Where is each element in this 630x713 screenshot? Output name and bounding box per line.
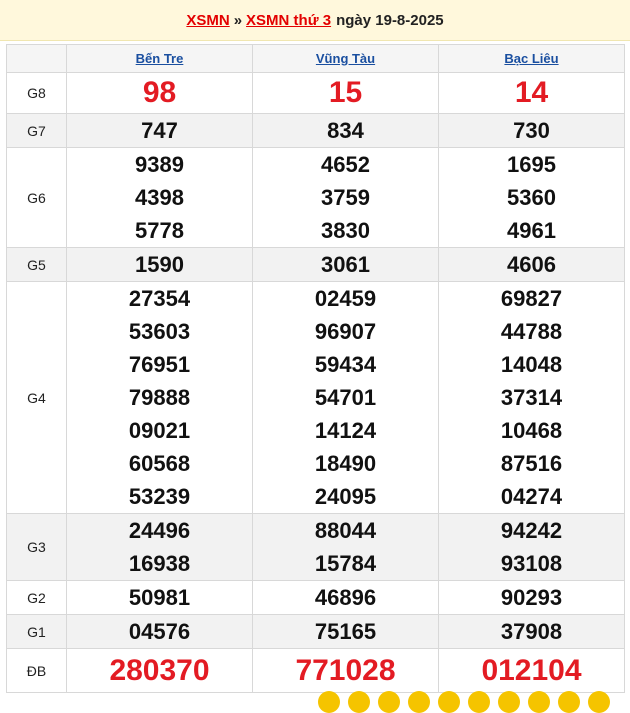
prize-number: 37314 — [500, 385, 563, 410]
prize-row-special: ĐB 280370 771028 012104 — [6, 648, 625, 693]
coin-icon — [408, 691, 430, 713]
prize-label: G1 — [6, 614, 67, 649]
prize-number: 94242 — [500, 518, 563, 543]
prize-number: 50981 — [128, 585, 191, 610]
prize-number: 44788 — [500, 319, 563, 344]
prize-row-g1: G1 04576 75165 37908 — [6, 614, 625, 649]
jackpot-number: 280370 — [109, 653, 210, 687]
results-table: Bến Tre Vũng Tàu Bạc Liêu G8 98 15 14 G7… — [6, 44, 625, 693]
prize-number: 4606 — [507, 252, 556, 277]
prize-number: 37908 — [500, 619, 563, 644]
coin-icon — [558, 691, 580, 713]
prize-number: 747 — [141, 118, 178, 143]
coin-icon — [348, 691, 370, 713]
prize-number: 04274 — [500, 484, 563, 509]
prize-number: 09021 — [128, 418, 191, 443]
province-header[interactable]: Bạc Liêu — [438, 44, 625, 73]
prize-number: 1695 — [507, 152, 556, 177]
draw-date: ngày 19-8-2025 — [336, 11, 444, 29]
prize-number: 27354 — [128, 286, 191, 311]
prize-number: 59434 — [314, 352, 377, 377]
province-link-ben-tre[interactable]: Bến Tre — [136, 51, 184, 66]
prize-number: 4652 — [321, 152, 370, 177]
prize-number: 93108 — [500, 551, 563, 576]
prize-label: G6 — [6, 147, 67, 248]
province-header[interactable]: Vũng Tàu — [252, 44, 439, 73]
prize-number: 88044 — [314, 518, 377, 543]
prize-number: 04576 — [128, 619, 191, 644]
prize-number: 5778 — [135, 218, 184, 243]
coin-icon — [468, 691, 490, 713]
prize-number: 4961 — [507, 218, 556, 243]
prize-number: 834 — [327, 118, 364, 143]
prize-number: 76951 — [128, 352, 191, 377]
prize-number: 87516 — [500, 451, 563, 476]
corner-cell — [6, 44, 67, 73]
coin-icon — [498, 691, 520, 713]
coin-icon — [318, 691, 340, 713]
prize-label: G3 — [6, 513, 67, 581]
coin-icon — [378, 691, 400, 713]
prize-label: G8 — [6, 72, 67, 114]
prize-row-g3: G3 24496 16938 88044 15784 94242 93108 — [6, 513, 625, 581]
prize-number: 9389 — [135, 152, 184, 177]
province-header-row: Bến Tre Vũng Tàu Bạc Liêu — [6, 44, 625, 73]
prize-number: 730 — [513, 118, 550, 143]
prize-number: 15 — [328, 76, 363, 109]
prize-number: 53239 — [128, 484, 191, 509]
coin-icon — [438, 691, 460, 713]
prize-number: 54701 — [314, 385, 377, 410]
loading-dots-decoration — [318, 691, 630, 713]
province-link-vung-tau[interactable]: Vũng Tàu — [316, 51, 375, 66]
prize-number: 4398 — [135, 185, 184, 210]
prize-label: ĐB — [6, 648, 67, 693]
prize-row-g2: G2 50981 46896 90293 — [6, 580, 625, 615]
prize-number: 75165 — [314, 619, 377, 644]
jackpot-number: 771028 — [295, 653, 396, 687]
prize-number: 90293 — [500, 585, 563, 610]
prize-number: 14048 — [500, 352, 563, 377]
prize-number: 24496 — [128, 518, 191, 543]
prize-number: 46896 — [314, 585, 377, 610]
prize-number: 79888 — [128, 385, 191, 410]
xsmn-link[interactable]: XSMN — [186, 12, 229, 29]
prize-number: 60568 — [128, 451, 191, 476]
prize-number: 14 — [514, 76, 549, 109]
prize-number: 24095 — [314, 484, 377, 509]
prize-label: G2 — [6, 580, 67, 615]
prize-row-g8: G8 98 15 14 — [6, 72, 625, 114]
prize-number: 10468 — [500, 418, 563, 443]
page-title-bar: XSMN » XSMN thứ 3 ngày 19-8-2025 — [0, 0, 630, 41]
province-link-bac-lieu[interactable]: Bạc Liêu — [504, 51, 558, 66]
prize-label: G5 — [6, 247, 67, 282]
prize-number: 3759 — [321, 185, 370, 210]
prize-number: 14124 — [314, 418, 377, 443]
prize-row-g6: G6 9389 4398 5778 4652 3759 3830 1695 53… — [6, 147, 625, 248]
prize-number: 15784 — [314, 551, 377, 576]
prize-number: 53603 — [128, 319, 191, 344]
prize-number: 18490 — [314, 451, 377, 476]
prize-row-g4: G4 27354 53603 76951 79888 09021 60568 5… — [6, 281, 625, 514]
province-header[interactable]: Bến Tre — [66, 44, 253, 73]
prize-number: 02459 — [314, 286, 377, 311]
prize-number: 96907 — [314, 319, 377, 344]
jackpot-number: 012104 — [481, 653, 582, 687]
prize-number: 98 — [142, 76, 177, 109]
prize-label: G7 — [6, 113, 67, 148]
breadcrumb-separator: » — [233, 11, 243, 29]
prize-number: 3061 — [321, 252, 370, 277]
prize-label: G4 — [6, 281, 67, 514]
prize-row-g7: G7 747 834 730 — [6, 113, 625, 148]
prize-row-g5: G5 1590 3061 4606 — [6, 247, 625, 282]
prize-number: 5360 — [507, 185, 556, 210]
prize-number: 69827 — [500, 286, 563, 311]
prize-number: 1590 — [135, 252, 184, 277]
prize-number: 3830 — [321, 218, 370, 243]
prize-number: 16938 — [128, 551, 191, 576]
coin-icon — [528, 691, 550, 713]
xsmn-day-link[interactable]: XSMN thứ 3 — [246, 12, 331, 29]
coin-icon — [588, 691, 610, 713]
